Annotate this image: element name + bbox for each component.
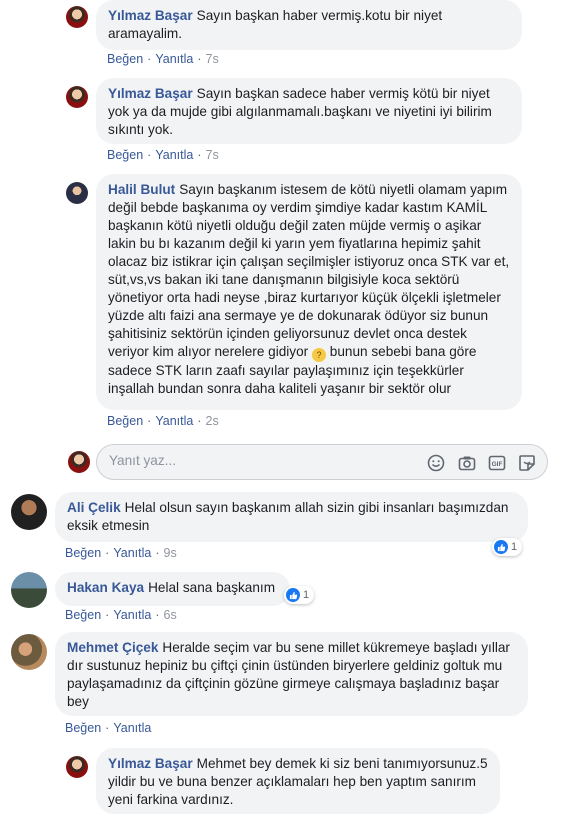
reaction-count-number: 1 — [303, 589, 310, 601]
like-button[interactable]: Beğen — [107, 52, 143, 66]
avatar[interactable] — [11, 494, 47, 530]
comment-text: Helal olsun sayın başkanım allah sizin g… — [67, 500, 509, 533]
avatar[interactable] — [11, 572, 47, 608]
sticker-icon[interactable] — [517, 453, 537, 473]
avatar[interactable] — [66, 6, 88, 28]
comment-bubble: Yılmaz Başar Sayın başkan haber vermiş.ko… — [96, 0, 522, 50]
comment-bubble: Mehmet Çiçek Heralde seçim var bu sene mi… — [55, 632, 528, 716]
comment-author[interactable]: Hakan Kaya — [67, 580, 144, 595]
like-button[interactable]: Beğen — [65, 721, 101, 735]
avatar[interactable] — [66, 86, 88, 108]
reply-comment: Halil Bulut Sayın başkanım istesem de köt… — [0, 174, 562, 434]
reply-input[interactable] — [109, 453, 409, 468]
comment: Mehmet Çiçek Heralde seçim var bu sene mi… — [0, 632, 562, 742]
comment-actions: Beğen · Yanıtla · 2s — [107, 414, 219, 428]
thumbs-up-icon — [286, 588, 300, 602]
comment-author[interactable]: Yılmaz Başar — [108, 756, 193, 771]
comment-author[interactable]: Yılmaz Başar — [108, 86, 193, 101]
comment-text: Sayın başkanım istesem de kötü niyetli o… — [108, 182, 510, 359]
comment-actions: Beğen · Yanıtla · 6s — [65, 608, 177, 622]
timestamp[interactable]: 7s — [206, 52, 219, 66]
comment-text: Helal sana başkanım — [148, 580, 276, 595]
like-button[interactable]: Beğen — [107, 148, 143, 162]
thinking-emoji-icon: ? — [311, 348, 326, 362]
timestamp[interactable]: 7s — [206, 148, 219, 162]
camera-icon[interactable] — [457, 453, 477, 473]
reply-button[interactable]: Yanıtla — [155, 414, 193, 428]
comment-bubble: Yılmaz Başar Sayın başkan sadece haber ve… — [96, 78, 522, 144]
reply-comment: Yılmaz Başar Mehmet bey demek ki siz beni… — [0, 748, 562, 817]
comment-author[interactable]: Halil Bulut — [108, 182, 175, 197]
reply-button[interactable]: Yanıtla — [155, 52, 193, 66]
comment: Ali Çelik Helal olsun sayın başkanım alla… — [0, 492, 562, 564]
svg-text:GIF: GIF — [492, 461, 503, 468]
reply-composer[interactable]: GIF — [96, 444, 548, 480]
reaction-count[interactable]: 1 — [492, 538, 523, 556]
avatar[interactable] — [66, 182, 88, 204]
timestamp[interactable]: 6s — [164, 608, 177, 622]
reply-comment: Yılmaz Başar Sayın başkan haber vermiş.ko… — [0, 0, 562, 70]
reply-button[interactable]: Yanıtla — [113, 546, 151, 560]
reaction-count[interactable]: 1 — [284, 586, 315, 604]
comment-author[interactable]: Yılmaz Başar — [108, 8, 193, 23]
comment-actions: Beğen · Yanıtla · 7s — [107, 52, 219, 66]
comment-author[interactable]: Mehmet Çiçek — [67, 640, 158, 655]
avatar[interactable] — [11, 634, 47, 670]
current-user-avatar — [68, 451, 90, 473]
comment: Hakan Kaya Helal sana başkanım 1 Beğen · Ya… — [0, 572, 562, 624]
comment-bubble: Yılmaz Başar Mehmet bey demek ki siz beni… — [96, 748, 500, 814]
timestamp[interactable]: 2s — [206, 414, 219, 428]
comment-actions: Beğen · Yanıtla — [65, 721, 152, 735]
like-button[interactable]: Beğen — [65, 546, 101, 560]
avatar[interactable] — [66, 756, 88, 778]
comment-author[interactable]: Ali Çelik — [67, 500, 121, 515]
comment-bubble: Ali Çelik Helal olsun sayın başkanım alla… — [55, 492, 528, 542]
reaction-count-number: 1 — [511, 541, 518, 553]
reply-button[interactable]: Yanıtla — [113, 608, 151, 622]
like-button[interactable]: Beğen — [107, 414, 143, 428]
timestamp[interactable]: 9s — [164, 546, 177, 560]
comment-bubble: Hakan Kaya Helal sana başkanım — [55, 572, 290, 606]
reply-comment: Yılmaz Başar Sayın başkan sadece haber ve… — [0, 78, 562, 168]
like-button[interactable]: Beğen — [65, 608, 101, 622]
comment-actions: Beğen · Yanıtla · 7s — [107, 148, 219, 162]
reply-button[interactable]: Yanıtla — [155, 148, 193, 162]
thumbs-up-icon — [494, 540, 508, 554]
comment-actions: Beğen · Yanıtla · 9s — [65, 546, 177, 560]
gif-icon[interactable]: GIF — [487, 453, 507, 473]
comment-bubble: Halil Bulut Sayın başkanım istesem de köt… — [96, 174, 522, 410]
emoji-icon[interactable] — [426, 453, 446, 473]
reply-button[interactable]: Yanıtla — [113, 721, 151, 735]
